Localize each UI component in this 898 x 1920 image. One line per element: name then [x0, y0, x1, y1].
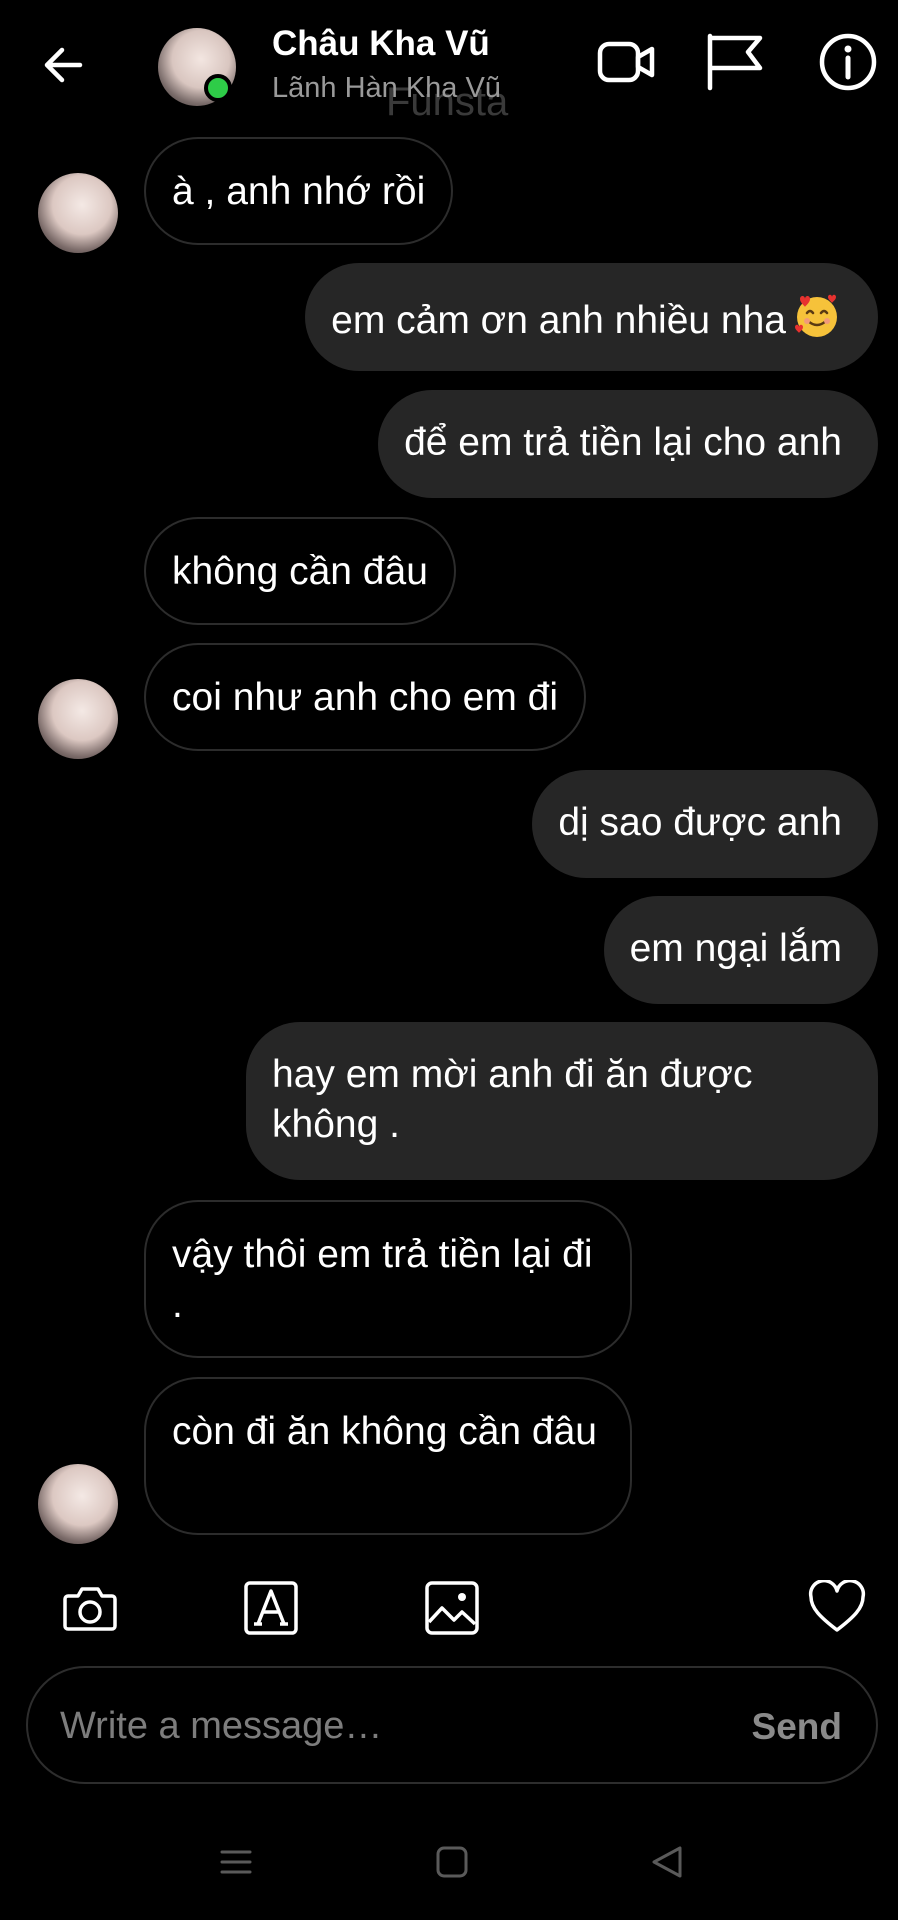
home-icon[interactable] [432, 1842, 472, 1882]
message-outgoing: em ngại lắm [603, 896, 878, 1004]
contact-username: Lãnh Hàn Kha Vũ [272, 72, 501, 104]
flag-icon[interactable] [704, 30, 768, 94]
contact-name[interactable]: Châu Kha Vũ [272, 24, 490, 64]
online-status-dot [204, 74, 232, 102]
message-text: không cần đâu [172, 550, 428, 593]
message-outgoing: hay em mời anh đi ăn được không . [246, 1022, 878, 1180]
recent-apps-icon[interactable] [216, 1842, 256, 1882]
message-text: vậy thôi em trả tiền lại đi . [172, 1233, 593, 1326]
message-text: hay em mời anh đi ăn được không . [272, 1053, 753, 1146]
sender-avatar[interactable] [38, 679, 118, 759]
gallery-icon[interactable] [424, 1580, 480, 1636]
video-call-icon[interactable] [594, 30, 658, 94]
heart-icon[interactable] [808, 1580, 866, 1636]
message-input[interactable] [58, 1704, 702, 1749]
text-style-icon[interactable] [243, 1580, 299, 1636]
message-incoming: còn đi ăn không cần đâu [144, 1377, 632, 1535]
info-icon[interactable] [816, 30, 880, 94]
sender-avatar[interactable] [38, 1464, 118, 1544]
message-outgoing: dị sao được anh [532, 770, 878, 878]
chat-header: Châu Kha Vũ Funsta Lãnh Hàn Kha Vũ [0, 0, 898, 130]
sender-avatar[interactable] [38, 173, 118, 253]
message-incoming: không cần đâu [144, 517, 456, 625]
message-text: dị sao được anh [558, 801, 842, 844]
message-text: em ngại lắm [629, 927, 842, 970]
camera-icon[interactable] [62, 1580, 118, 1636]
message-incoming: coi như anh cho em đi [144, 643, 587, 751]
message-composer: Send [26, 1666, 878, 1784]
smiling-face-with-hearts-emoji [795, 294, 837, 337]
message-text: để em trả tiền lại cho anh [404, 421, 842, 464]
message-outgoing: em cảm ơn anh nhiều nha [305, 263, 878, 371]
nav-back-icon[interactable] [648, 1842, 688, 1882]
message-text: coi như anh cho em đi [172, 676, 559, 719]
message-text: à , anh nhớ rồi [172, 170, 426, 213]
send-button[interactable]: Send [752, 1706, 842, 1748]
message-outgoing: để em trả tiền lại cho anh [378, 390, 878, 498]
message-text: còn đi ăn không cần đâu [172, 1410, 598, 1453]
message-text: em cảm ơn anh nhiều nha [331, 299, 786, 342]
message-incoming: à , anh nhớ rồi [144, 137, 454, 245]
back-arrow-icon[interactable] [38, 40, 88, 90]
message-incoming: vậy thôi em trả tiền lại đi . [144, 1200, 632, 1358]
